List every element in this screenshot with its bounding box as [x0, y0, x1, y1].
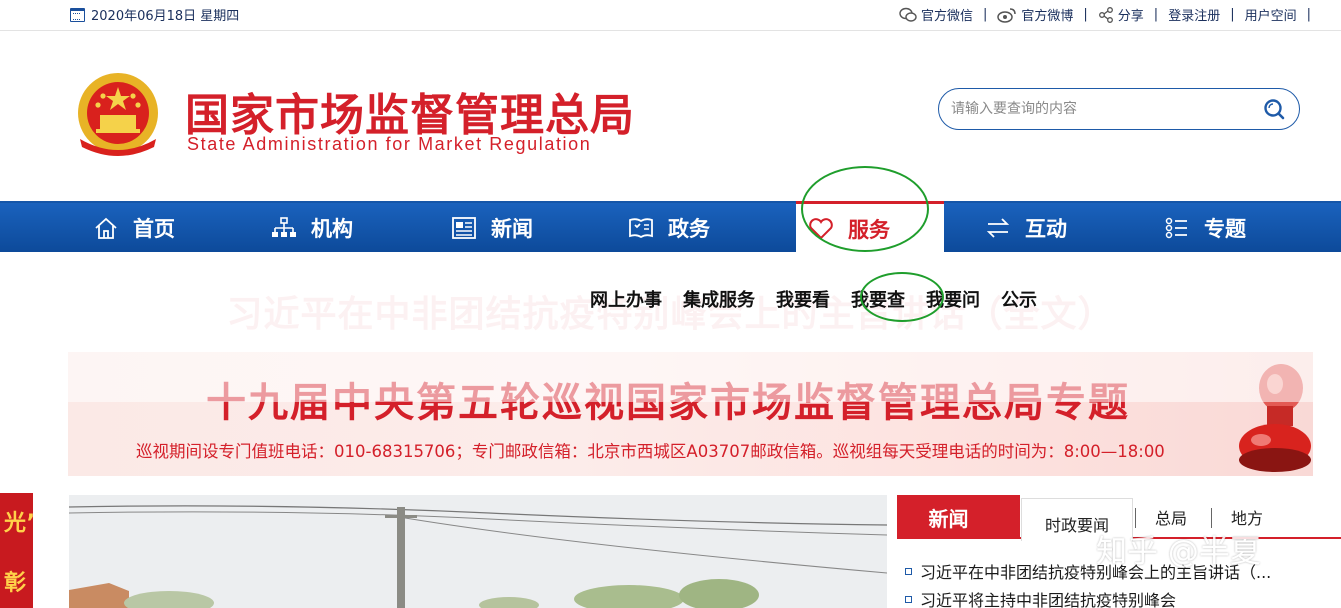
nav-news-label: 新闻: [491, 216, 533, 241]
search-box: [938, 88, 1300, 130]
banner-title: 十九届中央第五轮巡视国家市场监督管理总局专题: [206, 380, 1130, 426]
login-register-link[interactable]: 登录注册: [1158, 5, 1230, 24]
nav-interaction[interactable]: 互动: [985, 203, 1067, 252]
separator: |: [1306, 7, 1311, 22]
left-strip-char: 彰: [4, 571, 27, 596]
nav-government-label: 政务: [668, 216, 710, 241]
subnav-integrated-services[interactable]: 集成服务: [683, 286, 755, 312]
wechat-link[interactable]: 官方微信: [889, 5, 983, 24]
left-side-banner[interactable]: 光” 彰: [0, 493, 33, 608]
nav-topics[interactable]: 专题: [1164, 203, 1246, 252]
subnav-i-want-ask[interactable]: 我要问: [926, 286, 980, 312]
nav-services-label: 服务: [848, 218, 890, 242]
banner-subtitle: 巡视期间设专门值班电话：010-68315706；专门邮政信箱：北京市西城区A0…: [136, 442, 1165, 461]
exchange-icon: [986, 217, 1010, 238]
calendar-icon: [70, 7, 85, 22]
list-icon: [1165, 217, 1187, 238]
user-space-label: 用户空间: [1244, 9, 1297, 24]
nav-news[interactable]: 新闻: [451, 203, 533, 252]
share-label: 分享: [1117, 9, 1144, 24]
search-icon[interactable]: [1263, 98, 1285, 120]
wechat-label: 官方微信: [920, 9, 973, 24]
org-chart-icon: [272, 216, 296, 237]
search-input[interactable]: [951, 99, 1251, 119]
subnav-i-want-view[interactable]: 我要看: [776, 286, 830, 312]
nav-home[interactable]: 首页: [93, 203, 175, 252]
date-display: 2020年06月18日 星期四: [70, 5, 239, 24]
weibo-icon: [997, 7, 1017, 23]
login-register-label: 登录注册: [1168, 9, 1221, 24]
nav-topics-label: 专题: [1204, 216, 1246, 241]
left-strip-char: 光”: [4, 511, 33, 536]
user-space-link[interactable]: 用户空间: [1235, 5, 1307, 24]
headline-photo[interactable]: [69, 495, 887, 608]
top-bar: 2020年06月18日 星期四 官方微信 | 官方微博 | 分享 | 登录注册 …: [0, 0, 1341, 31]
weibo-link[interactable]: 官方微博: [987, 5, 1083, 24]
subnav-i-want-query[interactable]: 我要查: [851, 286, 905, 312]
date-text: 2020年06月18日 星期四: [91, 9, 240, 24]
bullet-icon: [905, 595, 912, 603]
news-item-title: 习近平将主持中非团结抗疫特别峰会: [920, 591, 1177, 608]
nav-government[interactable]: 政务: [628, 203, 710, 252]
bullet-icon: [905, 567, 912, 575]
nav-home-label: 首页: [133, 216, 175, 241]
wechat-icon: [899, 7, 917, 22]
tab-divider: [1211, 508, 1212, 528]
services-subnav: 网上办事 集成服务 我要看 我要查 我要问 公示: [590, 286, 1037, 312]
share-link[interactable]: 分享: [1088, 5, 1154, 24]
site-header: 国家市场监督管理总局 State Administration for Mark…: [68, 33, 1326, 198]
watermark: 知乎 @半夏: [1096, 534, 1261, 570]
share-icon: [1098, 6, 1113, 23]
tab-divider: [1135, 508, 1136, 528]
seal-stamp-icon: [1239, 364, 1311, 472]
nav-org-label: 机构: [311, 216, 353, 241]
home-icon: [95, 217, 117, 239]
site-logo-english: State Administration for Market Regulati…: [187, 134, 592, 154]
top-links: 官方微信 | 官方微博 | 分享 | 登录注册 | 用户空间 |: [889, 5, 1311, 24]
newspaper-icon: [452, 216, 476, 239]
subnav-public-notice[interactable]: 公示: [1001, 286, 1037, 312]
inspection-banner[interactable]: 十九届中央第五轮巡视国家市场监督管理总局专题 巡视期间设专门值班电话：010-6…: [68, 352, 1313, 476]
shield-book-icon: [629, 217, 653, 238]
photo-scene-image: [69, 495, 887, 608]
heart-icon: [809, 218, 833, 240]
nav-org[interactable]: 机构: [271, 203, 353, 252]
news-list-item[interactable]: 习近平将主持中非团结抗疫特别峰会: [905, 585, 1271, 608]
subnav-online-services[interactable]: 网上办事: [590, 286, 662, 312]
nav-interaction-label: 互动: [1025, 216, 1067, 241]
national-emblem-icon: [78, 73, 158, 156]
weibo-label: 官方微博: [1021, 9, 1074, 24]
page: 2020年06月18日 星期四 官方微信 | 官方微博 | 分享 | 登录注册 …: [0, 0, 1341, 608]
news-panel-title[interactable]: 新闻: [897, 495, 1020, 539]
main-nav: 首页 机构 新闻 政务 服务 互动 专题: [0, 201, 1341, 254]
nav-services[interactable]: 服务: [796, 201, 944, 254]
